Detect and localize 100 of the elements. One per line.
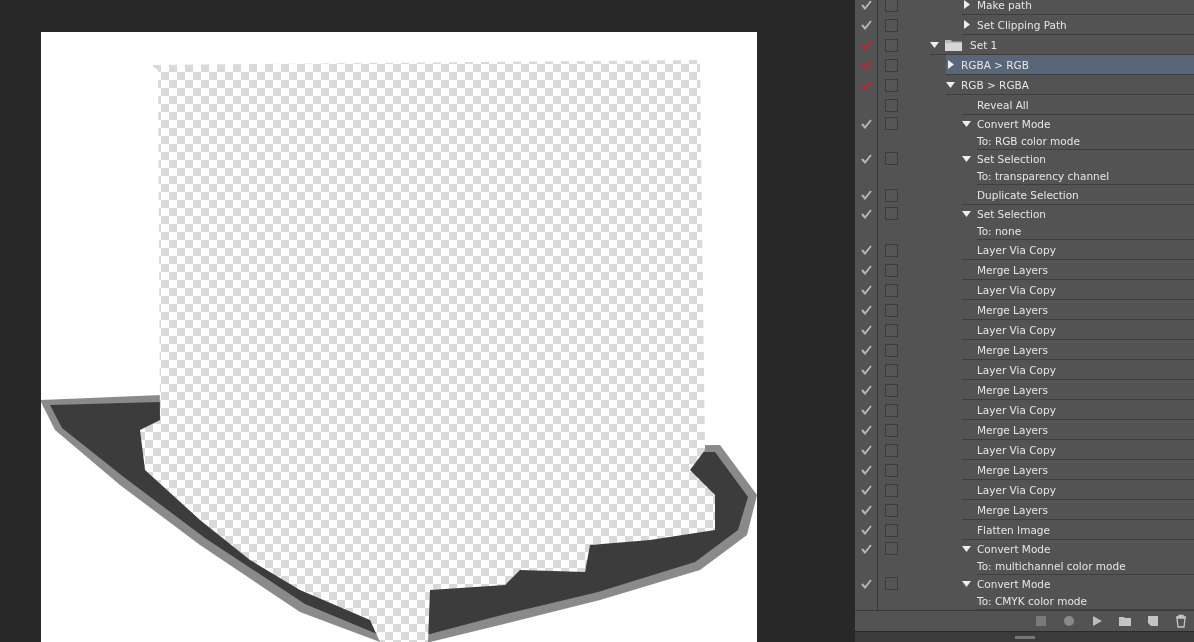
checkmark-icon[interactable] bbox=[860, 0, 872, 10]
expand-triangle-icon[interactable] bbox=[962, 20, 971, 29]
checkmark-icon[interactable] bbox=[860, 80, 872, 90]
dialog-toggle-box[interactable] bbox=[885, 152, 898, 165]
action-step[interactable]: Convert Mode bbox=[977, 542, 1051, 555]
action-step[interactable]: Merge Layers bbox=[977, 423, 1048, 436]
action-step[interactable]: Merge Layers bbox=[977, 303, 1048, 316]
checkmark-icon[interactable] bbox=[860, 445, 872, 455]
dialog-toggle-box[interactable] bbox=[885, 523, 898, 537]
collapse-triangle-icon[interactable] bbox=[962, 154, 971, 163]
checkmark-icon[interactable] bbox=[860, 40, 872, 50]
checkmark-icon[interactable] bbox=[860, 20, 872, 30]
action-step[interactable]: Convert Mode bbox=[977, 577, 1051, 590]
dialog-toggle-box[interactable] bbox=[885, 423, 898, 437]
dialog-toggle-box[interactable] bbox=[885, 78, 898, 92]
dialog-toggle-box[interactable] bbox=[885, 58, 898, 72]
collapse-triangle-icon[interactable] bbox=[962, 119, 971, 128]
action-step[interactable]: Layer Via Copy bbox=[977, 403, 1056, 416]
folder-icon bbox=[945, 38, 962, 51]
checkmark-icon[interactable] bbox=[860, 465, 872, 475]
dialog-toggle-box[interactable] bbox=[885, 503, 898, 517]
dialog-toggle-box[interactable] bbox=[885, 463, 898, 477]
grip-icon[interactable] bbox=[1014, 635, 1035, 639]
dialog-toggle-box[interactable] bbox=[885, 403, 898, 417]
checkmark-icon[interactable] bbox=[860, 385, 872, 395]
collapse-triangle-icon[interactable] bbox=[930, 40, 939, 49]
dialog-toggle-box[interactable] bbox=[885, 542, 898, 555]
action-step[interactable]: Set Clipping Path bbox=[977, 18, 1067, 31]
checkmark-icon[interactable] bbox=[860, 543, 872, 554]
dialog-toggle-box[interactable] bbox=[885, 283, 898, 297]
action-step[interactable]: Merge Layers bbox=[977, 503, 1048, 516]
checkmark-icon[interactable] bbox=[860, 60, 872, 70]
collapse-triangle-icon[interactable] bbox=[946, 80, 955, 89]
checkmark-icon[interactable] bbox=[860, 285, 872, 295]
action-step[interactable]: Merge Layers bbox=[977, 263, 1048, 276]
checkmark-icon[interactable] bbox=[860, 345, 872, 355]
expand-triangle-icon[interactable] bbox=[962, 0, 971, 9]
action-item[interactable]: RGBA > RGB bbox=[961, 58, 1029, 71]
dialog-toggle-box[interactable] bbox=[885, 188, 898, 202]
expand-triangle-icon[interactable] bbox=[946, 60, 955, 69]
trash-icon[interactable] bbox=[1174, 614, 1188, 628]
dialog-toggle-box[interactable] bbox=[885, 303, 898, 317]
action-step[interactable]: Convert Mode bbox=[977, 117, 1051, 130]
folder-icon[interactable] bbox=[1118, 614, 1132, 628]
checkmark-icon[interactable] bbox=[860, 505, 872, 515]
checkmark-icon[interactable] bbox=[860, 525, 872, 535]
checkmark-icon[interactable] bbox=[860, 578, 872, 589]
action-step[interactable]: Layer Via Copy bbox=[977, 243, 1056, 256]
checkmark-icon[interactable] bbox=[860, 190, 872, 200]
action-step[interactable]: Set Selection bbox=[977, 207, 1046, 220]
checkmark-icon[interactable] bbox=[860, 485, 872, 495]
checkmark-icon[interactable] bbox=[860, 208, 872, 219]
dialog-toggle-box[interactable] bbox=[885, 443, 898, 457]
collapse-triangle-icon[interactable] bbox=[962, 544, 971, 553]
dialog-toggle-box[interactable] bbox=[885, 577, 898, 590]
collapse-triangle-icon[interactable] bbox=[962, 209, 971, 218]
action-step[interactable]: Merge Layers bbox=[977, 343, 1048, 356]
dialog-toggle-box[interactable] bbox=[885, 0, 898, 12]
checkmark-icon[interactable] bbox=[860, 118, 872, 129]
dialog-toggle-box[interactable] bbox=[885, 243, 898, 257]
action-step[interactable]: Layer Via Copy bbox=[977, 363, 1056, 376]
action-step[interactable]: Flatten Image bbox=[977, 523, 1050, 536]
action-step[interactable]: Duplicate Selection bbox=[977, 188, 1079, 201]
dialog-toggle-box[interactable] bbox=[885, 98, 898, 112]
play-icon[interactable] bbox=[1090, 614, 1104, 628]
checkmark-icon[interactable] bbox=[860, 153, 872, 164]
dialog-toggle-box[interactable] bbox=[885, 38, 898, 52]
record-icon[interactable] bbox=[1062, 614, 1076, 628]
collapse-triangle-icon[interactable] bbox=[962, 579, 971, 588]
new-page-icon[interactable] bbox=[1146, 614, 1160, 628]
action-step[interactable]: Make path bbox=[977, 0, 1032, 11]
dialog-toggle-box[interactable] bbox=[885, 117, 898, 130]
checkmark-icon[interactable] bbox=[860, 245, 872, 255]
checkmark-icon[interactable] bbox=[860, 405, 872, 415]
checkmark-icon[interactable] bbox=[860, 425, 872, 435]
checkmark-icon[interactable] bbox=[860, 305, 872, 315]
action-step[interactable]: Layer Via Copy bbox=[977, 323, 1056, 336]
dialog-toggle-box[interactable] bbox=[885, 483, 898, 497]
dialog-toggle-box[interactable] bbox=[885, 207, 898, 220]
action-step[interactable]: Layer Via Copy bbox=[977, 283, 1056, 296]
action-step[interactable]: Layer Via Copy bbox=[977, 443, 1056, 456]
dialog-toggle-box[interactable] bbox=[885, 343, 898, 357]
action-step[interactable]: Reveal All bbox=[977, 98, 1029, 111]
action-step[interactable]: Layer Via Copy bbox=[977, 483, 1056, 496]
dialog-toggle-box[interactable] bbox=[885, 263, 898, 277]
action-item[interactable]: RGB > RGBA bbox=[961, 78, 1029, 91]
dialog-toggle-box[interactable] bbox=[885, 363, 898, 377]
dialog-toggle-box[interactable] bbox=[885, 18, 898, 32]
action-set-item[interactable]: Set 1 bbox=[970, 38, 998, 51]
resize-grip[interactable] bbox=[855, 631, 1194, 642]
dialog-toggle-box[interactable] bbox=[885, 383, 898, 397]
checkmark-icon[interactable] bbox=[860, 365, 872, 375]
action-step[interactable]: Merge Layers bbox=[977, 463, 1048, 476]
action-parameter: To: multichannel color mode bbox=[977, 559, 1126, 572]
action-step[interactable]: Set Selection bbox=[977, 152, 1046, 165]
action-step[interactable]: Merge Layers bbox=[977, 383, 1048, 396]
selected-row-highlight[interactable]: RGBA > RGB bbox=[946, 55, 1194, 75]
dialog-toggle-box[interactable] bbox=[885, 323, 898, 337]
checkmark-icon[interactable] bbox=[860, 325, 872, 335]
checkmark-icon[interactable] bbox=[860, 265, 872, 275]
